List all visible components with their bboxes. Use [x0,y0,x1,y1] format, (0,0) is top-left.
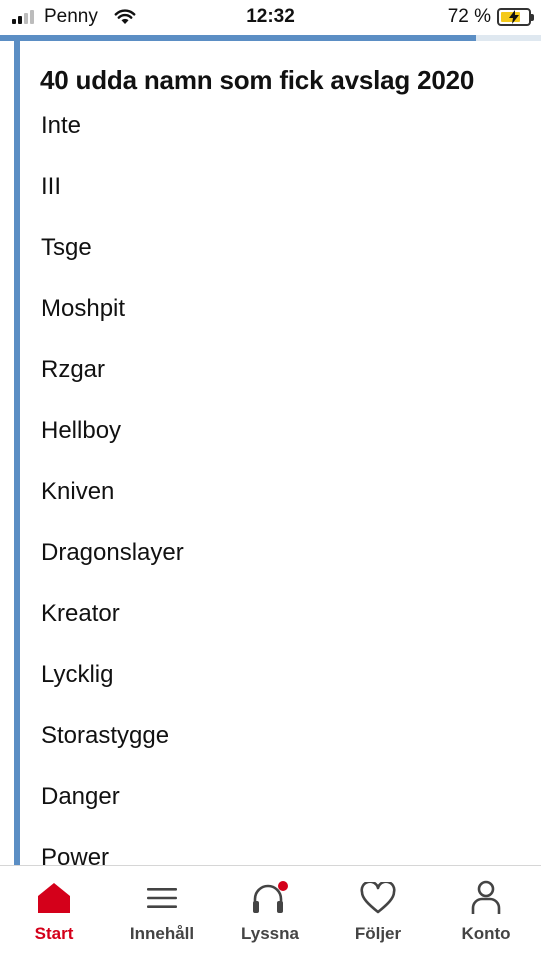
menu-icon [147,880,177,916]
name-list-item: Storastygge [41,722,170,749]
name-list-item: Hellboy [41,417,122,444]
name-list-item: Kniven [41,478,115,505]
tab-label: Start [34,924,74,943]
tab-konto[interactable]: Konto [432,866,540,960]
status-bar: Penny 12:32 72 % [0,0,541,34]
screen: Penny 12:32 72 % 40 udda namn som fick a… [0,0,541,960]
tab-foljer[interactable]: Följer [324,866,432,960]
name-list-item: Dragonslayer [41,539,184,566]
name-list-item: Lycklig [41,661,114,688]
headphones-icon [250,880,290,916]
article-content[interactable]: 40 udda namn som fick avslag 2020 Inte II… [0,41,541,865]
article-title: 40 udda namn som fick avslag 2020 [40,65,475,95]
tab-label: Konto [461,924,511,943]
heart-icon [360,880,396,916]
name-list: Inte III Tsge Moshpit Rzgar Hellboy Kniven Drag… [41,111,184,865]
person-icon [470,880,502,916]
quote-rule [14,41,20,865]
name-list-item: Power [41,844,110,865]
home-icon [37,880,71,916]
status-right: 72 % [447,6,534,28]
tab-lyssna[interactable]: Lyssna [216,866,324,960]
tab-bar: Start Innehåll Lyssna Följer Konto [0,865,541,960]
name-list-item: Rzgar [41,356,106,383]
notification-dot [278,881,288,891]
battery-nub [531,14,534,21]
name-list-item: Kreator [41,600,120,627]
tab-label: Innehåll [129,924,195,943]
battery-charging-icon [497,8,534,26]
name-list-item: III [41,173,62,200]
tab-start[interactable]: Start [0,866,108,960]
name-list-item: Moshpit [41,295,126,322]
name-list-item: Tsge [41,234,92,261]
name-list-item: Danger [41,783,120,810]
name-list-item: Inte [41,112,82,139]
tab-label: Följer [354,924,402,943]
tab-label: Lyssna [241,924,299,943]
battery-percent: 72 % [447,6,491,27]
tab-innehall[interactable]: Innehåll [108,866,216,960]
